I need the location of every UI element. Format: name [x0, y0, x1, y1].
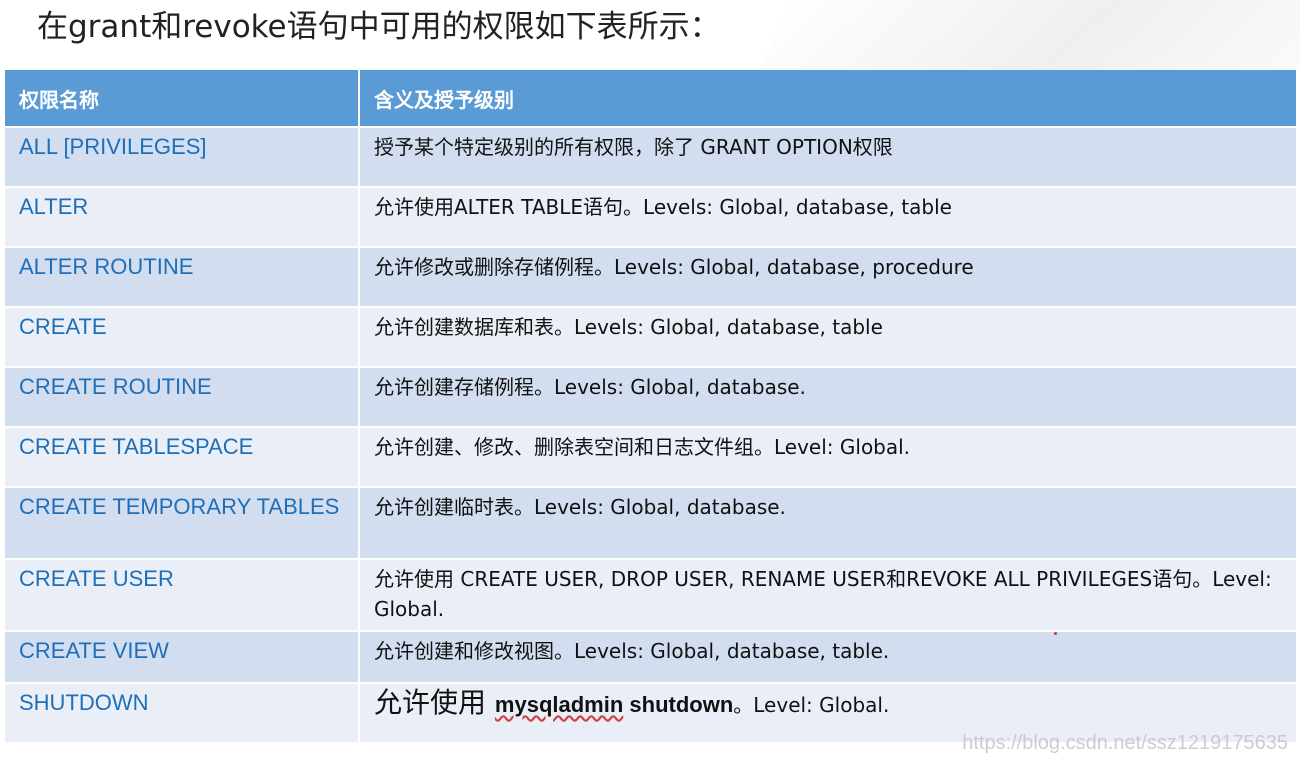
desc-command: mysqladmin shutdown: [495, 692, 733, 717]
privilege-desc: 允许创建数据库和表。Levels: Global, database, tabl…: [359, 307, 1298, 368]
privilege-desc: 允许使用 CREATE USER, DROP USER, RENAME USER…: [359, 559, 1298, 632]
privilege-name: SHUTDOWN: [5, 683, 360, 744]
privilege-name: ALL [PRIVILEGES]: [5, 127, 360, 188]
slide-title: 在grant和revoke语句中可用的权限如下表所示：: [37, 9, 721, 45]
privilege-name: CREATE ROUTINE: [5, 367, 360, 428]
table-row: CREATE VIEW 允许创建和修改视图。Levels: Global, da…: [5, 631, 1298, 684]
desc-tail: 。Level: Global.: [733, 693, 890, 717]
privilege-name: CREATE TEMPORARY TABLES: [5, 487, 360, 560]
table-header-row: 权限名称 含义及授予级别: [5, 70, 1298, 128]
privilege-desc: 允许创建和修改视图。Levels: Global, database, tabl…: [359, 631, 1298, 684]
privilege-name: CREATE: [5, 307, 360, 368]
stray-mark: [1054, 632, 1057, 635]
table-row: CREATE TABLESPACE 允许创建、修改、删除表空间和日志文件组。Le…: [5, 427, 1298, 488]
privilege-name: CREATE VIEW: [5, 631, 360, 684]
desc-command-shutdown: shutdown: [623, 692, 734, 717]
desc-lead: 允许使用: [374, 686, 495, 719]
privilege-desc: 允许创建临时表。Levels: Global, database.: [359, 487, 1298, 560]
header-meaning-level: 含义及授予级别: [359, 70, 1298, 128]
watermark: https://blog.csdn.net/ssz1219175635: [962, 732, 1288, 754]
background-decoration: [759, 0, 1300, 70]
privilege-name: ALTER: [5, 187, 360, 248]
table-row: ALL [PRIVILEGES] 授予某个特定级别的所有权限，除了 GRANT …: [5, 127, 1298, 188]
slide: 在grant和revoke语句中可用的权限如下表所示： 权限名称 含义及授予级别…: [0, 0, 1300, 761]
desc-command-mysqladmin: mysqladmin: [494, 692, 624, 717]
table-row: ALTER ROUTINE 允许修改或删除存储例程。Levels: Global…: [5, 247, 1298, 308]
table-row: ALTER 允许使用ALTER TABLE语句。Levels: Global, …: [5, 187, 1298, 248]
table-row: CREATE 允许创建数据库和表。Levels: Global, databas…: [5, 307, 1298, 368]
privilege-name: CREATE USER: [5, 559, 360, 632]
table-row: CREATE USER 允许使用 CREATE USER, DROP USER,…: [5, 559, 1298, 632]
privilege-desc: 允许创建存储例程。Levels: Global, database.: [359, 367, 1298, 428]
header-privilege-name: 权限名称: [5, 70, 360, 128]
privilege-desc: 授予某个特定级别的所有权限，除了 GRANT OPTION权限: [359, 127, 1298, 188]
privilege-name: ALTER ROUTINE: [5, 247, 360, 308]
table-row: CREATE ROUTINE 允许创建存储例程。Levels: Global, …: [5, 367, 1298, 428]
table-row: CREATE TEMPORARY TABLES 允许创建临时表。Levels: …: [5, 487, 1298, 560]
privileges-table: 权限名称 含义及授予级别 ALL [PRIVILEGES] 授予某个特定级别的所…: [5, 70, 1298, 744]
privilege-desc: 允许修改或删除存储例程。Levels: Global, database, pr…: [359, 247, 1298, 308]
privilege-desc: 允许创建、修改、删除表空间和日志文件组。Level: Global.: [359, 427, 1298, 488]
privilege-desc: 允许使用ALTER TABLE语句。Levels: Global, databa…: [359, 187, 1298, 248]
privilege-name: CREATE TABLESPACE: [5, 427, 360, 488]
